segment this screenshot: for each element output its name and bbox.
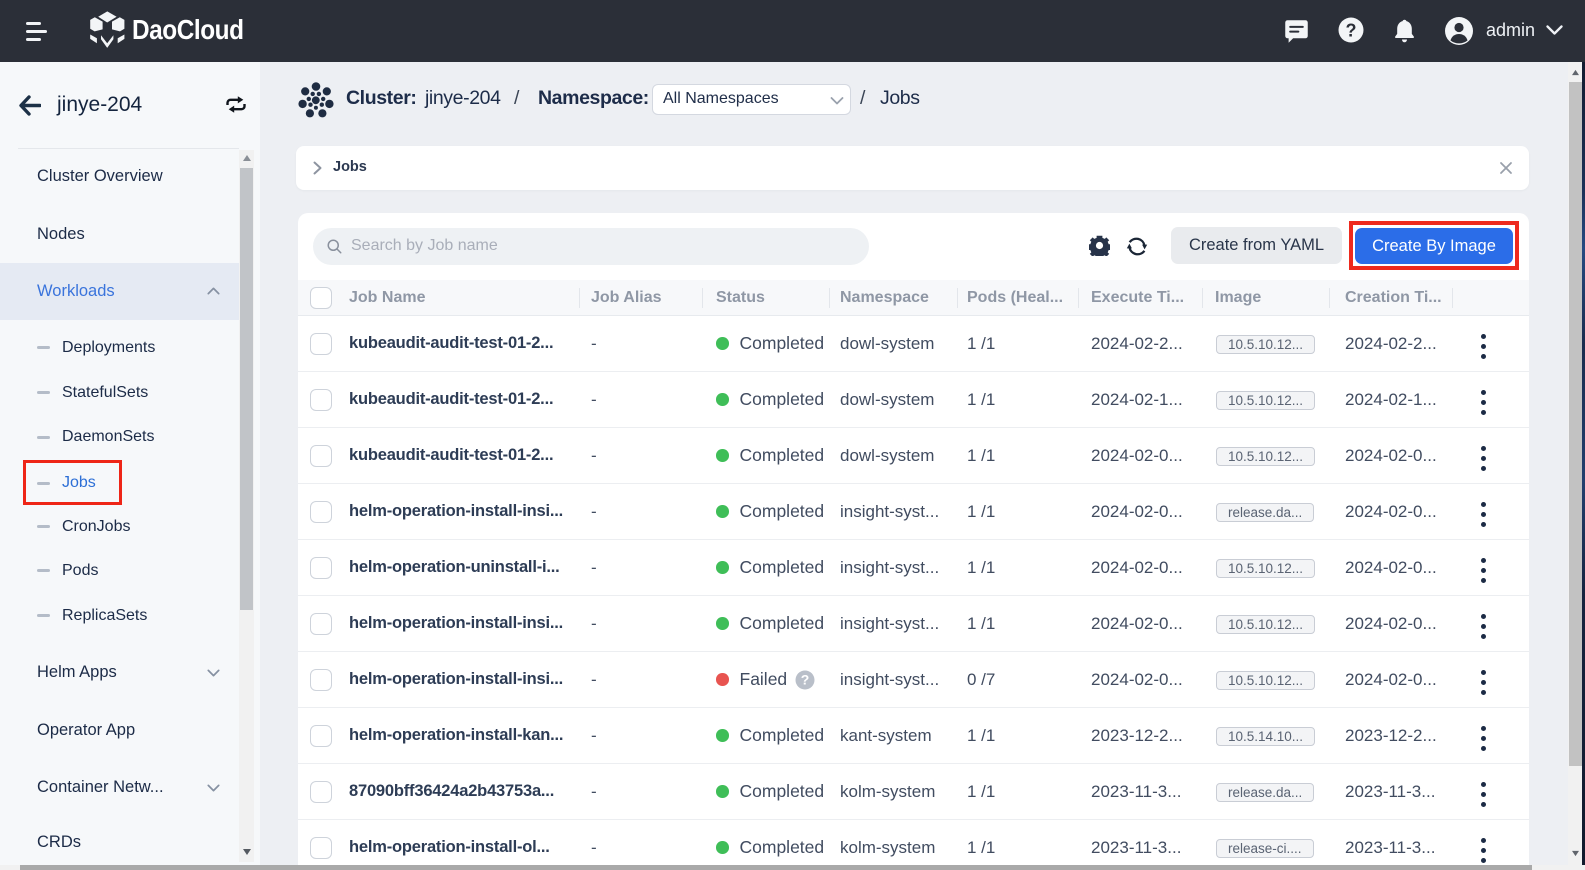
svg-text:?: ? (1346, 21, 1357, 41)
svg-text:?: ? (801, 671, 810, 687)
